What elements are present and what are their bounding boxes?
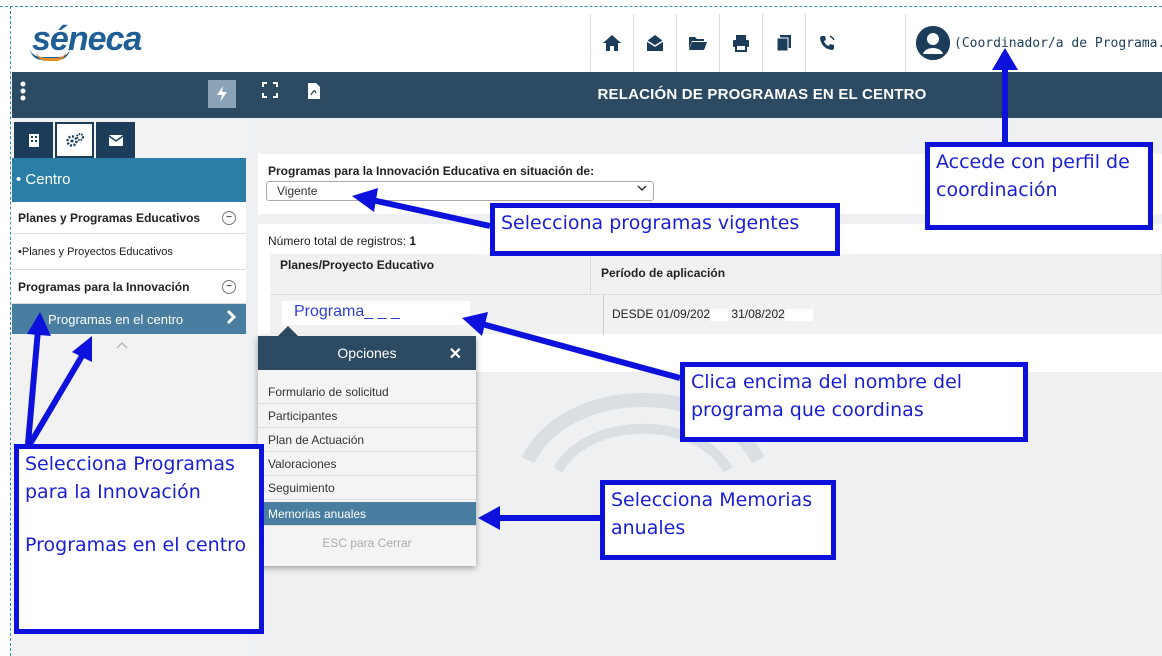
kebab-menu-icon[interactable] [20,80,26,106]
collapse-icon[interactable]: − [222,210,236,225]
chevron-right-icon [226,309,237,330]
cogs-icon[interactable] [55,122,94,158]
sidebar-item-label: Programas en el centro [48,312,184,327]
annotation-vigentes: Selecciona programas vigentes [490,203,840,256]
pdf-icon[interactable] [307,82,321,105]
redacted-year [784,308,813,321]
sidebar-item-planes-proyectos[interactable]: •Planes y Proyectos Educativos [12,234,246,270]
chevron-up-icon[interactable] [116,338,128,352]
popup-title: Opciones [337,345,397,361]
sidebar-section-centro[interactable]: • Centro [12,158,246,202]
period-cell: DESDE 01/09/202 31/08/202 [603,295,821,335]
close-icon[interactable]: ✕ [449,344,462,364]
home-icon[interactable] [590,14,633,72]
annotation-sidebar: Selecciona Programas para la Innovación … [14,444,264,634]
table-row: Programa_ _ _ DESDE 01/09/202 31/08/202 [270,294,1162,335]
sidebar-item-label: Programas para la Innovación [18,279,190,294]
toolbar: RELACIÓN DE PROGRAMAS EN EL CENTRO [12,72,1162,118]
annotation-memorias: Selecciona Memorias anuales [600,480,836,560]
sidebar-item-programas-centro[interactable]: Programas en el centro [12,304,246,334]
menu-item-seguimiento[interactable]: Seguimiento [258,476,476,500]
sidebar-item-label: •Planes y Proyectos Educativos [18,245,173,258]
bolt-icon[interactable] [208,80,236,108]
column-header-periodo[interactable]: Período de aplicación [591,254,1162,294]
period-start: DESDE 01/09/202 [612,307,711,321]
annotation-spacer [25,506,253,532]
status-select[interactable]: Vigente [266,181,654,201]
sidebar-tabs [14,122,135,158]
frame-top-border [0,6,1162,7]
program-name-link[interactable]: Programa_ _ _ [282,301,470,325]
menu-item-formulario[interactable]: Formulario de solicitud [258,380,476,404]
record-count: Número total de registros: 1 [268,234,416,248]
user-menu[interactable]: (Coordinador/a de Programa... [905,14,1162,72]
filter-label: Programas para la Innovación Educativa e… [268,164,595,178]
menu-item-plan-actuacion[interactable]: Plan de Actuación [258,428,476,452]
sidebar-toolbar [12,72,246,118]
page-title: RELACIÓN DE PROGRAMAS EN EL CENTRO [597,86,927,103]
copy-icon[interactable] [762,14,805,72]
sidebar-item-planes-programas[interactable]: Planes y Programas Educativos − [12,202,246,234]
sidebar-item-programas-innovacion[interactable]: Programas para la Innovación − [12,270,246,304]
record-count-label: Número total de registros: [268,234,407,248]
building-icon[interactable] [14,122,53,158]
menu-item-participantes[interactable]: Participantes [258,404,476,428]
phone-icon[interactable] [805,14,848,72]
user-avatar-icon [916,26,950,60]
frame-left-border [10,6,11,656]
menu-item-memorias-anuales[interactable]: Memorias anuales [258,502,476,526]
header-icon-bar [590,14,848,72]
annotation-sidebar-line1: Selecciona Programas para la Innovación [25,453,235,503]
annotation-sidebar-line2: Programas en el centro [25,534,247,557]
options-popup: Opciones ✕ Formulario de solicitud Parti… [258,336,476,566]
menu-item-valoraciones[interactable]: Valoraciones [258,452,476,476]
logo-swoosh-orange [36,51,66,61]
popup-header: Opciones ✕ [258,336,476,370]
envelope-open-icon[interactable] [633,14,676,72]
folder-open-icon[interactable] [676,14,719,72]
collapse-icon[interactable]: − [222,279,236,294]
chevron-down-icon [637,183,647,195]
expand-icon[interactable] [262,82,278,103]
period-end: 31/08/202 [731,307,785,321]
sidebar-item-label: Planes y Programas Educativos [18,210,201,225]
mail-icon[interactable] [96,122,135,158]
record-count-value: 1 [409,234,417,248]
redacted-year [710,308,729,321]
app-header: séneca (Coordinador/a de Programa... [12,14,1162,72]
popup-footer: ESC para Cerrar [322,536,412,550]
column-header-programa[interactable]: Planes/Proyecto Educativo [270,254,591,294]
popup-caret [278,326,298,336]
user-profile-label: (Coordinador/a de Programa... [954,35,1162,51]
annotation-clica: Clica encima del nombre del programa que… [680,362,1028,442]
print-icon[interactable] [719,14,762,72]
status-select-value: Vigente [277,184,318,198]
annotation-profile: Accede con perfil de coordinación [925,142,1153,230]
